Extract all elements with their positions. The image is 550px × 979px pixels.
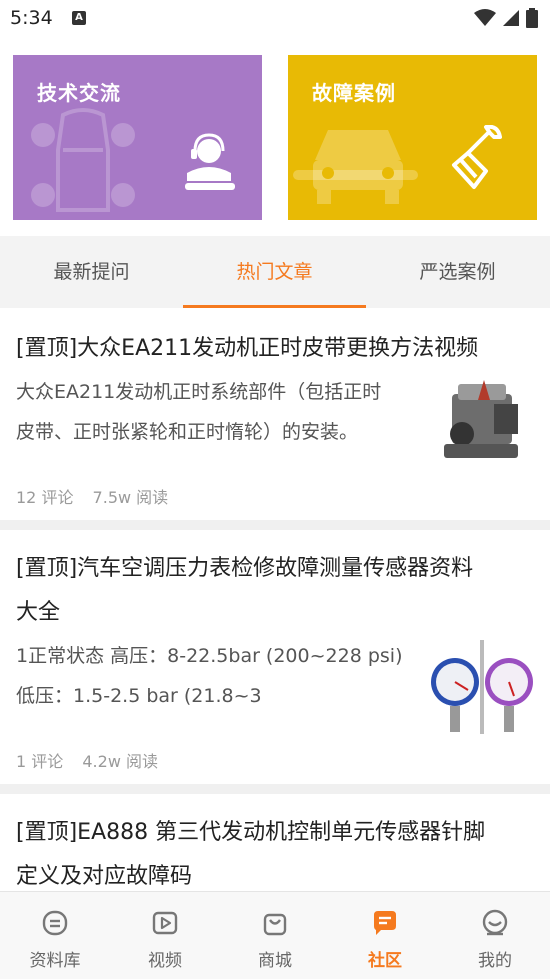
article-item[interactable]: [置顶]大众EA211发动机正时皮带更换方法视频 大众EA211发动机正时系统部… bbox=[0, 308, 550, 520]
profile-icon bbox=[482, 909, 508, 936]
article-title: [置顶]大众EA211发动机正时皮带更换方法视频 bbox=[16, 336, 479, 361]
article-title-line: [置顶]汽车空调压力表检修故障测量传感器资料 bbox=[16, 556, 474, 581]
article-item[interactable]: [置顶]汽车空调压力表检修故障测量传感器资料 大全 1正常状态 高压：8-22.… bbox=[0, 530, 550, 784]
category-cards: 技术交流 故障案例 bbox=[0, 55, 550, 220]
article-item[interactable]: [置顶]EA888 第三代发动机控制单元传感器针脚 定义及对应故障码 bbox=[0, 794, 550, 891]
article-meta: 1 评论 4.2w 阅读 bbox=[16, 748, 172, 772]
nav-item-shop[interactable]: 商城 bbox=[220, 892, 330, 979]
nav-label: 资料库 bbox=[29, 951, 81, 971]
article-meta: 12 评论 7.5w 阅读 bbox=[16, 484, 182, 508]
shop-bag-icon bbox=[263, 913, 287, 936]
status-icons bbox=[474, 8, 538, 28]
nav-item-community[interactable]: 社区 bbox=[330, 892, 440, 979]
wrench-hand-icon bbox=[452, 125, 502, 189]
tab-latest-questions[interactable]: 最新提问 bbox=[0, 236, 183, 308]
database-icon bbox=[42, 910, 68, 936]
article-title-line: 定义及对应故障码 bbox=[16, 864, 193, 889]
bottom-navigation: 资料库 视频 商城 社区 我的 bbox=[0, 891, 550, 979]
nav-item-database[interactable]: 资料库 bbox=[0, 892, 110, 979]
nav-label: 视频 bbox=[148, 951, 182, 971]
status-bar: 5:34 A bbox=[0, 0, 550, 38]
tab-selected-cases[interactable]: 严选案例 bbox=[366, 236, 549, 308]
read-count: 4.2w 阅读 bbox=[82, 752, 158, 771]
fault-cases-card[interactable]: 故障案例 bbox=[288, 55, 537, 220]
video-icon bbox=[152, 911, 178, 935]
status-time: 5:34 bbox=[10, 7, 53, 29]
tech-exchange-card[interactable]: 技术交流 bbox=[13, 55, 262, 220]
article-summary-line: 皮带、正时张紧轮和正时惰轮）的安装。 bbox=[16, 421, 359, 443]
wifi-icon bbox=[474, 9, 496, 26]
signal-icon bbox=[503, 10, 519, 26]
section-divider bbox=[0, 520, 550, 530]
article-summary-line: 大众EA211发动机正时系统部件（包括正时 bbox=[16, 381, 382, 403]
nav-item-video[interactable]: 视频 bbox=[110, 892, 220, 979]
comment-count: 12 评论 bbox=[16, 488, 74, 507]
notification-a-icon: A bbox=[72, 11, 86, 25]
section-divider bbox=[0, 784, 550, 794]
car-front-icon bbox=[293, 130, 418, 204]
battery-icon bbox=[526, 8, 538, 28]
tab-hot-articles[interactable]: 热门文章 bbox=[183, 236, 366, 308]
engine-thumbnail-image bbox=[434, 374, 534, 470]
article-summary-line: 低压：1.5-2.5 bar (21.8~3 bbox=[16, 685, 262, 707]
nav-label: 社区 bbox=[368, 951, 402, 971]
nav-item-profile[interactable]: 我的 bbox=[440, 892, 550, 979]
pressure-gauge-thumbnail-image bbox=[430, 640, 534, 734]
nav-label: 商城 bbox=[258, 951, 292, 971]
article-title-line: [置顶]EA888 第三代发动机控制单元传感器针脚 bbox=[16, 820, 486, 845]
article-title-line: 大全 bbox=[16, 600, 61, 625]
comment-count: 1 评论 bbox=[16, 752, 64, 771]
community-chat-icon bbox=[374, 911, 396, 935]
mechanic-support-icon bbox=[185, 133, 235, 190]
car-topview-icon bbox=[31, 108, 135, 212]
read-count: 7.5w 阅读 bbox=[92, 488, 169, 507]
nav-label: 我的 bbox=[478, 951, 512, 971]
article-summary-line: 1正常状态 高压：8-22.5bar (200~228 psi) bbox=[16, 645, 403, 667]
